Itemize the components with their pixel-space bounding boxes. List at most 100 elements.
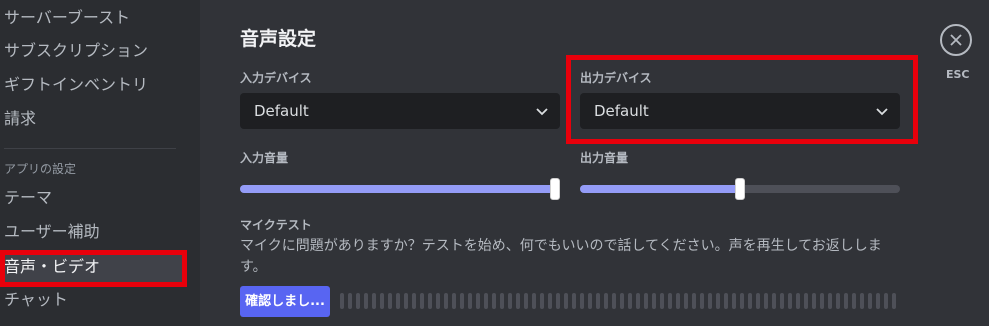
meter-tick bbox=[404, 293, 408, 309]
meter-tick bbox=[676, 293, 680, 309]
meter-tick bbox=[412, 293, 416, 309]
meter-tick bbox=[860, 293, 864, 309]
output-device-label: 出力デバイス bbox=[580, 71, 652, 85]
meter-tick bbox=[652, 293, 656, 309]
meter-tick bbox=[836, 293, 840, 309]
meter-tick bbox=[812, 293, 816, 309]
input-volume-handle[interactable] bbox=[550, 178, 560, 200]
input-device-select[interactable]: Default bbox=[240, 93, 560, 129]
sidebar-item-theme[interactable]: テーマ bbox=[4, 182, 52, 214]
meter-tick bbox=[508, 293, 512, 309]
meter-tick bbox=[540, 293, 544, 309]
meter-tick bbox=[556, 293, 560, 309]
meter-tick bbox=[868, 293, 872, 309]
meter-tick bbox=[604, 293, 608, 309]
chevron-down-icon bbox=[536, 108, 548, 116]
meter-tick bbox=[500, 293, 504, 309]
meter-tick bbox=[516, 293, 520, 309]
meter-tick bbox=[764, 293, 768, 309]
meter-tick bbox=[740, 293, 744, 309]
meter-tick bbox=[748, 293, 752, 309]
meter-tick bbox=[532, 293, 536, 309]
meter-tick bbox=[436, 293, 440, 309]
meter-tick bbox=[780, 293, 784, 309]
esc-label: ESC bbox=[946, 68, 970, 81]
meter-tick bbox=[492, 293, 496, 309]
meter-tick bbox=[724, 293, 728, 309]
meter-tick bbox=[348, 293, 352, 309]
page-title: 音声設定 bbox=[240, 28, 317, 50]
sidebar-item-voice-video[interactable]: 音声・ビデオ bbox=[0, 251, 184, 283]
input-device-label: 入力デバイス bbox=[240, 71, 312, 85]
sidebar-item-server-boost[interactable]: サーバーブースト bbox=[4, 2, 130, 34]
meter-tick bbox=[524, 293, 528, 309]
meter-tick bbox=[612, 293, 616, 309]
meter-tick bbox=[548, 293, 552, 309]
meter-tick bbox=[428, 293, 432, 309]
meter-tick bbox=[588, 293, 592, 309]
close-button[interactable] bbox=[940, 24, 972, 56]
meter-tick bbox=[684, 293, 688, 309]
chevron-down-icon bbox=[876, 108, 888, 116]
meter-tick bbox=[420, 293, 424, 309]
meter-tick bbox=[876, 293, 880, 309]
output-device-value: Default bbox=[594, 102, 649, 120]
meter-tick bbox=[668, 293, 672, 309]
meter-tick bbox=[852, 293, 856, 309]
meter-tick bbox=[564, 293, 568, 309]
output-volume-label: 出力音量 bbox=[580, 151, 629, 165]
mic-test-description: マイクに問題がありますか？テストを始め、何でもいいので話してください。声を再生し… bbox=[240, 238, 882, 275]
settings-sidebar: サーバーブースト サブスクリプション ギフトインベントリ 請求 アプリの設定 テ… bbox=[0, 0, 200, 326]
meter-tick bbox=[628, 293, 632, 309]
meter-tick bbox=[692, 293, 696, 309]
meter-tick bbox=[884, 293, 888, 309]
meter-tick bbox=[356, 293, 360, 309]
sidebar-item-billing[interactable]: 請求 bbox=[4, 103, 36, 135]
meter-tick bbox=[380, 293, 384, 309]
meter-tick bbox=[716, 293, 720, 309]
meter-tick bbox=[620, 293, 624, 309]
meter-tick bbox=[460, 293, 464, 309]
meter-tick bbox=[636, 293, 640, 309]
meter-tick bbox=[788, 293, 792, 309]
meter-tick bbox=[844, 293, 848, 309]
input-volume-label: 入力音量 bbox=[240, 151, 289, 165]
meter-tick bbox=[388, 293, 392, 309]
meter-tick bbox=[892, 293, 896, 309]
meter-tick bbox=[820, 293, 824, 309]
meter-tick bbox=[468, 293, 472, 309]
close-icon bbox=[950, 34, 962, 46]
sidebar-item-gift-inventory[interactable]: ギフトインベントリ bbox=[4, 69, 148, 101]
input-device-value: Default bbox=[254, 102, 309, 120]
meter-tick bbox=[396, 293, 400, 309]
output-volume-slider[interactable] bbox=[580, 178, 900, 200]
mic-test-button[interactable]: 確認しまし... bbox=[240, 286, 330, 317]
output-volume-fill bbox=[580, 185, 740, 193]
meter-tick bbox=[732, 293, 736, 309]
input-volume-slider[interactable] bbox=[240, 178, 560, 200]
output-device-select[interactable]: Default bbox=[580, 93, 900, 129]
meter-tick bbox=[476, 293, 480, 309]
sidebar-section-header: アプリの設定 bbox=[4, 162, 77, 176]
meter-tick bbox=[756, 293, 760, 309]
meter-tick bbox=[484, 293, 488, 309]
meter-tick bbox=[372, 293, 376, 309]
meter-tick bbox=[700, 293, 704, 309]
meter-tick bbox=[452, 293, 456, 309]
output-volume-handle[interactable] bbox=[735, 178, 745, 200]
sidebar-item-subscriptions[interactable]: サブスクリプション bbox=[4, 35, 148, 67]
meter-tick bbox=[828, 293, 832, 309]
sidebar-item-chat[interactable]: チャット bbox=[4, 284, 68, 316]
meter-tick bbox=[772, 293, 776, 309]
meter-tick bbox=[596, 293, 600, 309]
meter-tick bbox=[804, 293, 808, 309]
sidebar-divider bbox=[4, 148, 176, 149]
meter-tick bbox=[364, 293, 368, 309]
meter-tick bbox=[796, 293, 800, 309]
meter-tick bbox=[644, 293, 648, 309]
mic-level-meter bbox=[340, 293, 898, 309]
meter-tick bbox=[340, 293, 344, 309]
meter-tick bbox=[580, 293, 584, 309]
sidebar-item-accessibility[interactable]: ユーザー補助 bbox=[4, 216, 100, 248]
input-volume-fill bbox=[240, 185, 555, 193]
